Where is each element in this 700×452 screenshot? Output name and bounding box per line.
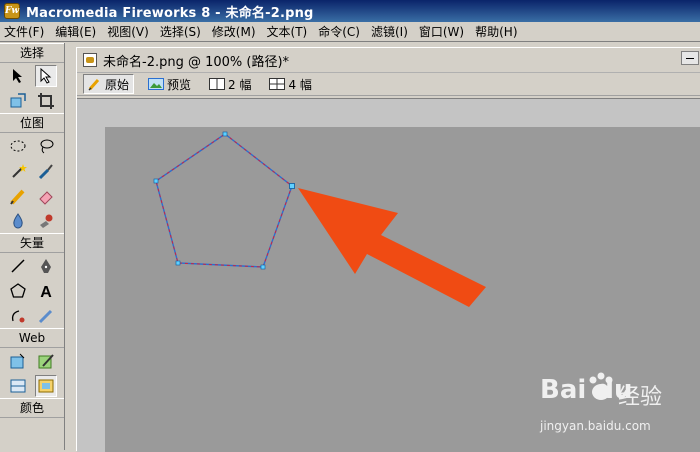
tab-4-up-label: 4 幅 <box>288 77 312 92</box>
rubber-stamp-tool-icon[interactable] <box>35 210 57 232</box>
watermark-label: 经验 <box>618 385 663 410</box>
tab-original[interactable]: 原始 <box>83 74 135 94</box>
polygon-shape-tool-icon[interactable] <box>7 280 29 302</box>
subselect-tool-icon[interactable] <box>35 64 57 87</box>
tools-panel: 选择 位图 矢量 A Web 颜色 <box>0 43 65 450</box>
image-icon <box>148 78 165 90</box>
hotspot-tool-icon[interactable] <box>7 350 29 372</box>
title-bar: Fw Macromedia Fireworks 8 - 未命名-2.png <box>0 0 700 22</box>
svg-text:A: A <box>40 284 52 300</box>
menu-window[interactable]: 窗口(W) <box>419 23 464 40</box>
marquee-tool-icon[interactable] <box>7 135 29 157</box>
menu-help[interactable]: 帮助(H) <box>475 23 517 40</box>
pointer-tool-icon[interactable] <box>7 65 29 87</box>
tab-2-up[interactable]: 2 幅 <box>205 75 255 93</box>
paw-icon <box>589 372 613 400</box>
fireworks-logo-icon: Fw <box>4 3 20 19</box>
tab-original-label: 原始 <box>105 77 130 92</box>
tools-section-vector: 矢量 <box>0 233 64 253</box>
menu-view[interactable]: 视图(V) <box>107 23 149 40</box>
menu-commands[interactable]: 命令(C) <box>318 23 360 40</box>
lasso-tool-icon[interactable] <box>35 135 57 157</box>
eraser-tool-icon[interactable] <box>35 185 57 207</box>
menu-select[interactable]: 选择(S) <box>160 23 201 40</box>
pencil-icon <box>88 79 100 91</box>
slice-tool-icon[interactable] <box>35 350 57 372</box>
text-tool-icon[interactable]: A <box>35 280 57 302</box>
menu-modify[interactable]: 修改(M) <box>212 23 256 40</box>
document-icon <box>83 53 97 67</box>
menu-text[interactable]: 文本(T) <box>267 23 308 40</box>
crop-tool-icon[interactable] <box>35 90 57 112</box>
knife-tool-icon[interactable] <box>35 305 57 327</box>
menu-edit[interactable]: 编辑(E) <box>55 23 96 40</box>
tools-section-colors: 颜色 <box>0 398 64 418</box>
minimize-button[interactable] <box>681 51 699 65</box>
document-title-bar: 未命名-2.png @ 100% (路径)* <box>77 48 700 73</box>
menu-filters[interactable]: 滤镜(I) <box>371 23 408 40</box>
tab-preview[interactable]: 预览 <box>144 75 195 93</box>
watermark-url: jingyan.baidu.com <box>540 419 651 433</box>
two-up-icon <box>209 78 226 90</box>
view-tabs-bar: 原始 预览 2 幅 4 幅 <box>77 73 700 96</box>
tools-section-web: Web <box>0 328 64 348</box>
tab-preview-label: 预览 <box>167 77 192 92</box>
blur-tool-icon[interactable] <box>7 210 29 232</box>
freeform-tool-icon[interactable] <box>7 305 29 327</box>
four-up-icon <box>269 78 286 90</box>
tab-4-up[interactable]: 4 幅 <box>265 75 315 93</box>
tools-section-bitmap: 位图 <box>0 113 64 133</box>
tools-section-select: 选择 <box>0 43 64 63</box>
magic-wand-tool-icon[interactable] <box>7 160 29 182</box>
baidu-jingyan-watermark: Bai du 经验 jingyan.baidu.com <box>540 372 700 450</box>
pencil-tool-icon[interactable] <box>7 185 29 207</box>
hide-slices-icon[interactable] <box>7 375 29 397</box>
menu-bar: 文件(F) 编辑(E) 视图(V) 选择(S) 修改(M) 文本(T) 命令(C… <box>0 22 700 42</box>
pen-tool-icon[interactable] <box>35 255 57 277</box>
line-tool-icon[interactable] <box>7 255 29 277</box>
show-slices-icon[interactable] <box>35 374 57 397</box>
menu-file[interactable]: 文件(F) <box>4 23 44 40</box>
window-title: Macromedia Fireworks 8 - 未命名-2.png <box>26 5 314 21</box>
document-title: 未命名-2.png @ 100% (路径)* <box>103 54 290 70</box>
brush-tool-icon[interactable] <box>35 160 57 182</box>
tab-2-up-label: 2 幅 <box>228 77 252 92</box>
scale-tool-icon[interactable] <box>7 90 29 112</box>
